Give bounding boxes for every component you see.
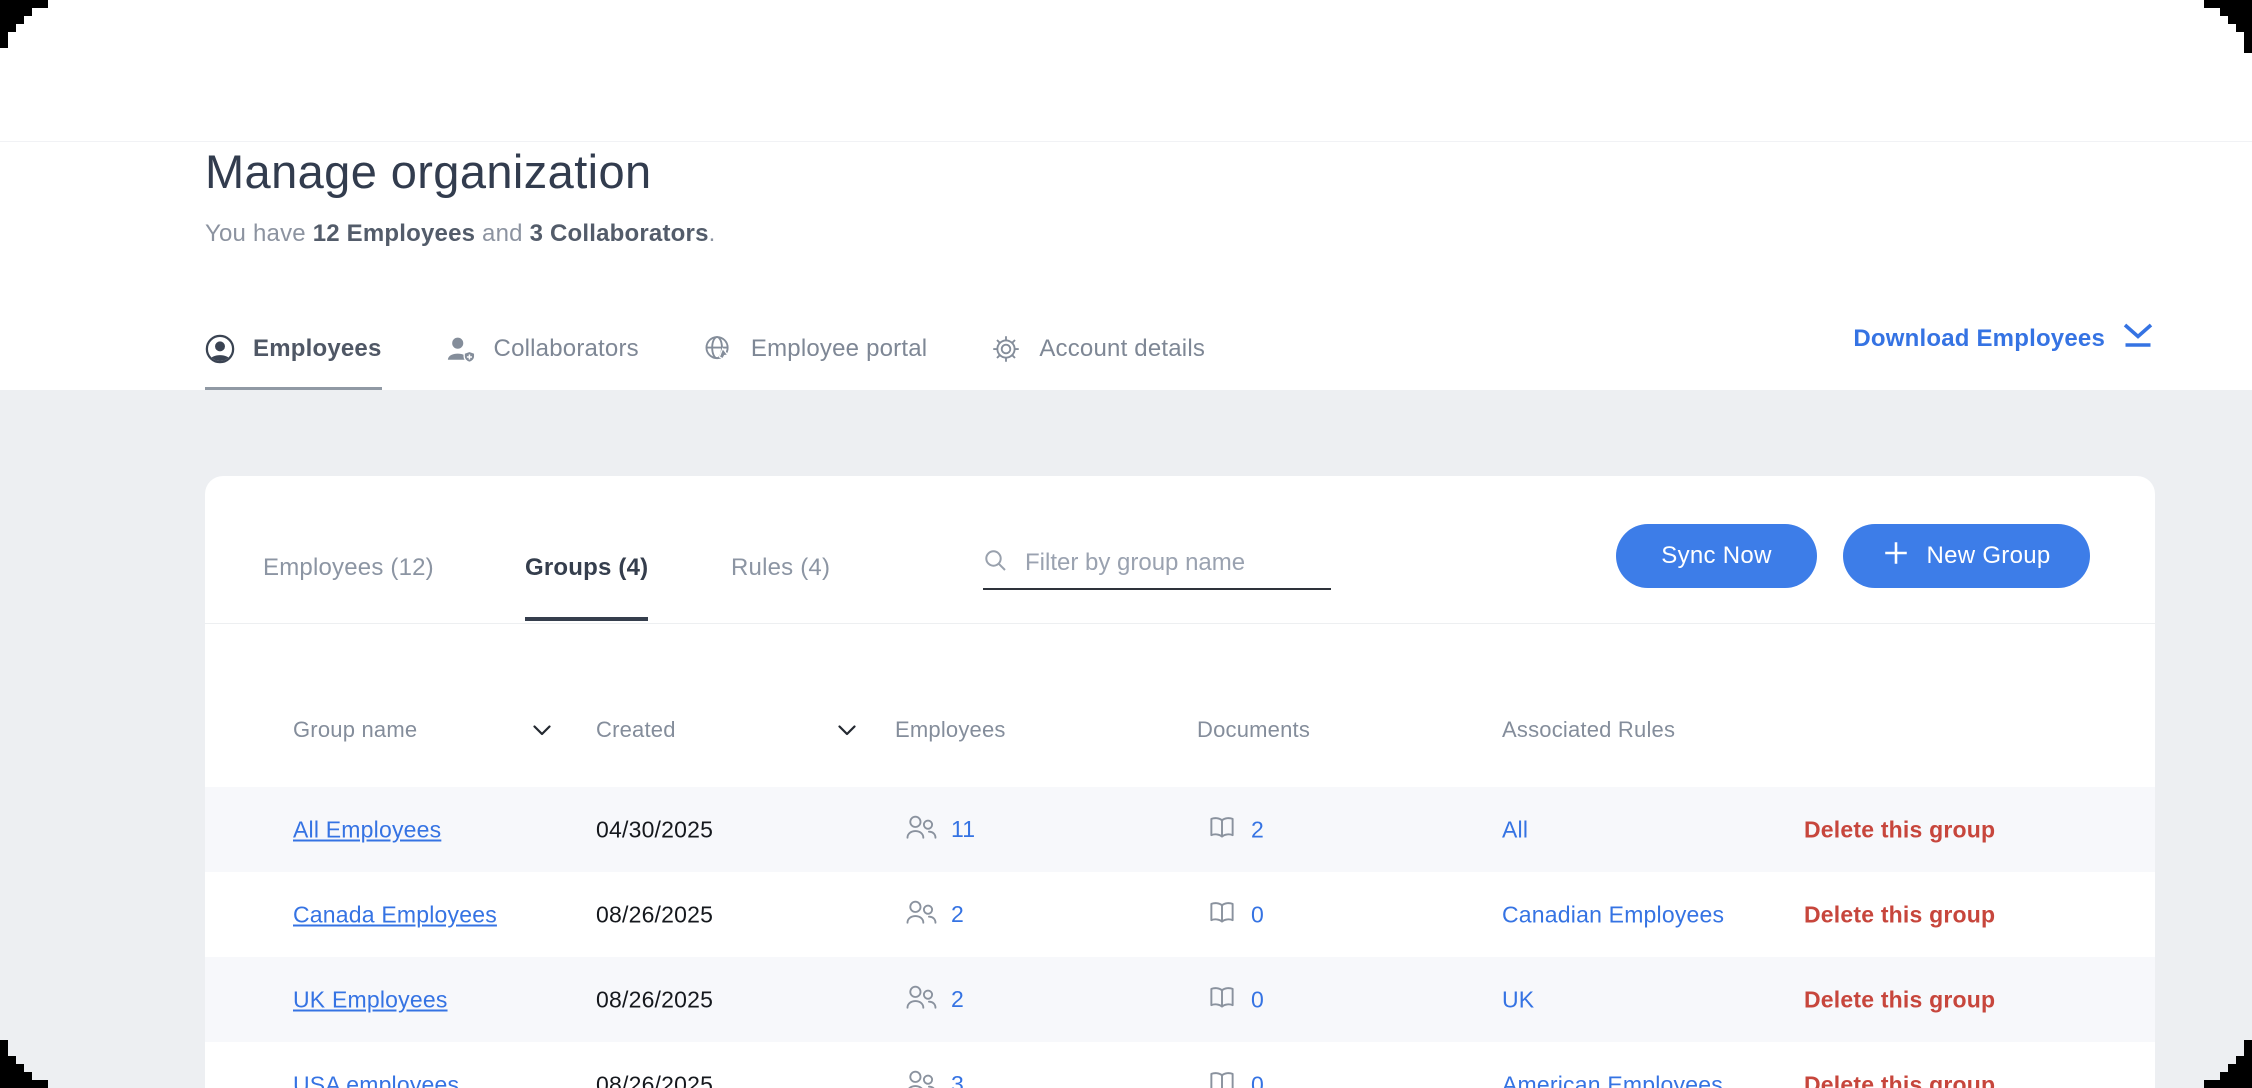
created-date: 04/30/2025 xyxy=(596,816,713,843)
search-icon xyxy=(983,548,1009,579)
subtab-rules-label: Rules (4) xyxy=(731,554,830,582)
header-employees: Employees xyxy=(895,717,1006,743)
users-icon xyxy=(905,813,937,847)
table-row: All Employees 04/30/2025 11 xyxy=(205,787,2155,872)
tab-collaborators[interactable]: Collaborators xyxy=(446,312,639,390)
documents-count-link[interactable]: 0 xyxy=(1251,986,1264,1013)
documents-count-link[interactable]: 2 xyxy=(1251,816,1264,843)
plus-icon xyxy=(1882,539,1910,574)
users-icon xyxy=(905,1068,937,1088)
group-name-link[interactable]: USA employees xyxy=(293,1071,459,1088)
associated-rules-link[interactable]: UK xyxy=(1502,986,1534,1013)
tab-employees[interactable]: Employees xyxy=(205,312,382,390)
created-date: 08/26/2025 xyxy=(596,1071,713,1088)
user-circle-icon xyxy=(205,334,235,364)
employees-count-cell: 3 xyxy=(905,1068,964,1088)
tab-employees-label: Employees xyxy=(253,334,382,364)
header-associated-rules: Associated Rules xyxy=(1502,717,1675,743)
subtab-rules[interactable]: Rules (4) xyxy=(731,476,830,623)
filter-by-group-name-input[interactable] xyxy=(1025,549,1315,577)
tab-collaborators-label: Collaborators xyxy=(494,334,639,364)
header-created[interactable]: Created xyxy=(596,717,676,743)
subtitle-period: . xyxy=(709,220,716,247)
documents-count-cell: 0 xyxy=(1207,897,1264,932)
open-book-icon xyxy=(1207,812,1237,847)
tab-account-details-label: Account details xyxy=(1039,334,1205,364)
main-tabs: Employees Collaborators xyxy=(205,312,1205,390)
associated-rules-link[interactable]: Canadian Employees xyxy=(1502,901,1724,928)
delete-group-button[interactable]: Delete this group xyxy=(1804,901,1995,928)
created-date: 08/26/2025 xyxy=(596,986,713,1013)
tab-employee-portal-label: Employee portal xyxy=(751,334,927,364)
subtab-groups[interactable]: Groups (4) xyxy=(525,476,648,623)
employees-count-link[interactable]: 2 xyxy=(951,901,964,928)
page-subtitle: You have 12 Employees and 3 Collaborator… xyxy=(205,220,716,248)
manage-organization-page: Manage organization You have 12 Employee… xyxy=(0,0,2252,1088)
subtab-employees-label: Employees (12) xyxy=(263,554,434,582)
table-row: USA employees 08/26/2025 3 xyxy=(205,1042,2155,1088)
created-date: 08/26/2025 xyxy=(596,901,713,928)
employees-count-link[interactable]: 2 xyxy=(951,986,964,1013)
header-documents: Documents xyxy=(1197,717,1310,743)
gear-icon xyxy=(991,334,1021,364)
globe-cursor-icon xyxy=(703,334,733,364)
users-icon xyxy=(905,983,937,1017)
open-book-icon xyxy=(1207,897,1237,932)
documents-count-link[interactable]: 0 xyxy=(1251,901,1264,928)
chevron-down-icon[interactable] xyxy=(533,723,551,741)
employees-count-cell: 2 xyxy=(905,983,964,1017)
sync-now-label: Sync Now xyxy=(1661,542,1771,570)
employees-count-link[interactable]: 3 xyxy=(951,1071,964,1088)
group-name-link[interactable]: Canada Employees xyxy=(293,901,497,928)
documents-count-cell: 0 xyxy=(1207,982,1264,1017)
group-name-link[interactable]: UK Employees xyxy=(293,986,448,1013)
users-icon xyxy=(905,898,937,932)
new-group-button[interactable]: New Group xyxy=(1843,524,2090,588)
delete-group-button[interactable]: Delete this group xyxy=(1804,816,1995,843)
employees-count-cell: 2 xyxy=(905,898,964,932)
delete-group-button[interactable]: Delete this group xyxy=(1804,986,1995,1013)
sync-now-button[interactable]: Sync Now xyxy=(1616,524,1817,588)
documents-count-cell: 0 xyxy=(1207,1067,1264,1088)
chevron-down-icon[interactable] xyxy=(838,723,856,741)
tab-account-details[interactable]: Account details xyxy=(991,312,1205,390)
page-title: Manage organization xyxy=(205,144,652,199)
subtitle-and: and xyxy=(475,220,529,247)
collaborator-icon xyxy=(446,334,476,364)
open-book-icon xyxy=(1207,982,1237,1017)
subtab-employees[interactable]: Employees (12) xyxy=(263,476,434,623)
tab-employee-portal[interactable]: Employee portal xyxy=(703,312,927,390)
groups-card: Employees (12) Groups (4) Rules (4) xyxy=(205,476,2155,1088)
employees-count-link[interactable]: 11 xyxy=(951,816,975,843)
associated-rules-link[interactable]: American Employees xyxy=(1502,1071,1723,1088)
download-employees-label: Download Employees xyxy=(1853,325,2105,353)
card-toolbar: Employees (12) Groups (4) Rules (4) xyxy=(205,476,2155,623)
header-group-name[interactable]: Group name xyxy=(293,717,417,743)
content-area: Employees (12) Groups (4) Rules (4) xyxy=(0,390,2252,1088)
collaborators-count-text: 3 Collaborators xyxy=(530,220,709,247)
delete-group-button[interactable]: Delete this group xyxy=(1804,1071,1995,1088)
download-employees-button[interactable]: Download Employees xyxy=(1853,322,2155,356)
download-icon xyxy=(2121,321,2155,358)
employees-count-cell: 11 xyxy=(905,813,975,847)
subtab-groups-label: Groups (4) xyxy=(525,554,648,582)
top-bar xyxy=(0,0,2252,142)
documents-count-link[interactable]: 0 xyxy=(1251,1071,1264,1088)
open-book-icon xyxy=(1207,1067,1237,1088)
table-header-row: Group name Created Employees Documents A… xyxy=(205,624,2155,787)
group-name-link[interactable]: All Employees xyxy=(293,816,441,843)
associated-rules-link[interactable]: All xyxy=(1502,816,1528,843)
table-row: UK Employees 08/26/2025 2 xyxy=(205,957,2155,1042)
group-filter xyxy=(983,538,1331,590)
employees-count-text: 12 Employees xyxy=(313,220,476,247)
documents-count-cell: 2 xyxy=(1207,812,1264,847)
subtitle-prefix: You have xyxy=(205,220,313,247)
new-group-label: New Group xyxy=(1926,542,2050,570)
table-row: Canada Employees 08/26/2025 2 xyxy=(205,872,2155,957)
page-header: Manage organization You have 12 Employee… xyxy=(0,142,2252,390)
